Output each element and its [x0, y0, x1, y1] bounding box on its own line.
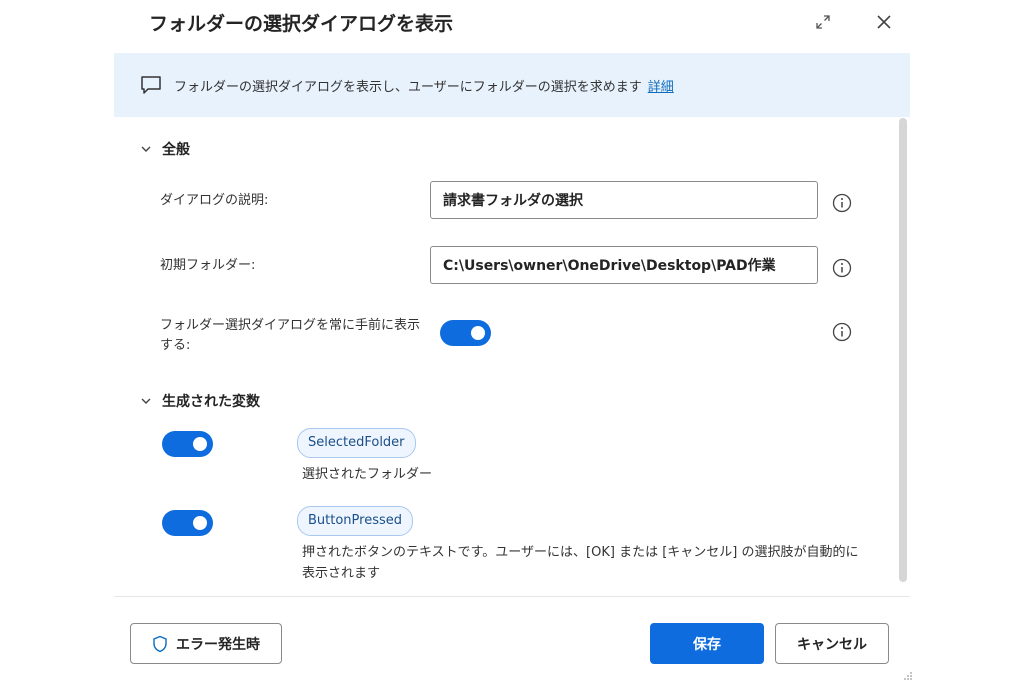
cancel-button[interactable]: キャンセル	[775, 623, 889, 664]
selected-folder-toggle[interactable]	[162, 431, 213, 457]
toggle-knob	[471, 326, 485, 340]
shield-icon	[153, 635, 167, 652]
banner-text: フォルダーの選択ダイアログを表示し、ユーザーにフォルダーの選択を求めます 詳細	[174, 76, 674, 95]
on-error-label: エラー発生時	[176, 636, 260, 653]
close-icon[interactable]	[875, 13, 893, 31]
initial-folder-input[interactable]	[430, 246, 818, 284]
scrollbar[interactable]	[899, 118, 907, 582]
field-label-dialog-description: ダイアログの説明:	[160, 193, 269, 208]
button-pressed-toggle[interactable]	[162, 510, 213, 536]
variable-pill-button-pressed[interactable]: ButtonPressed	[297, 506, 414, 536]
variable-description: 押されたボタンのテキストです。ユーザーには、[OK] または [キャンセル] の…	[302, 545, 859, 581]
variable-description: 選択されたフォルダー	[302, 467, 433, 482]
section-title-general: 全般	[162, 142, 190, 158]
variable-pill-selected-folder[interactable]: SelectedFolder	[297, 428, 416, 458]
topmost-toggle[interactable]	[440, 320, 491, 346]
info-icon[interactable]	[832, 322, 852, 342]
footer-divider	[114, 596, 910, 597]
banner-description: フォルダーの選択ダイアログを表示し、ユーザーにフォルダーの選択を求めます	[174, 80, 642, 95]
info-icon[interactable]	[832, 193, 852, 213]
dialog-title: フォルダーの選択ダイアログを表示	[149, 13, 454, 35]
dialog-description-input[interactable]	[430, 181, 818, 219]
field-label-topmost: フォルダー選択ダイアログを常に手前に表示する:	[160, 318, 421, 353]
expand-icon[interactable]	[815, 14, 831, 30]
on-error-button[interactable]: エラー発生時	[130, 623, 282, 664]
section-header-general[interactable]: 全般	[140, 139, 190, 159]
toggle-knob	[193, 437, 207, 451]
field-label-initial-folder: 初期フォルダー:	[160, 258, 256, 273]
resize-grip-icon[interactable]	[903, 671, 913, 681]
save-button[interactable]: 保存	[650, 623, 764, 664]
info-icon[interactable]	[832, 258, 852, 278]
details-link[interactable]: 詳細	[648, 80, 674, 95]
comment-icon	[141, 76, 161, 94]
section-title-variables: 生成された変数	[162, 394, 260, 410]
toggle-knob	[193, 516, 207, 530]
folder-dialog-action-window: フォルダーの選択ダイアログを表示 フォルダーの選択ダイアログを表示し、ユーザーに…	[0, 0, 1024, 683]
chevron-down-icon	[141, 398, 151, 404]
info-banner: フォルダーの選択ダイアログを表示し、ユーザーにフォルダーの選択を求めます 詳細	[114, 53, 910, 117]
chevron-down-icon	[141, 146, 151, 152]
section-header-variables[interactable]: 生成された変数	[140, 391, 260, 411]
